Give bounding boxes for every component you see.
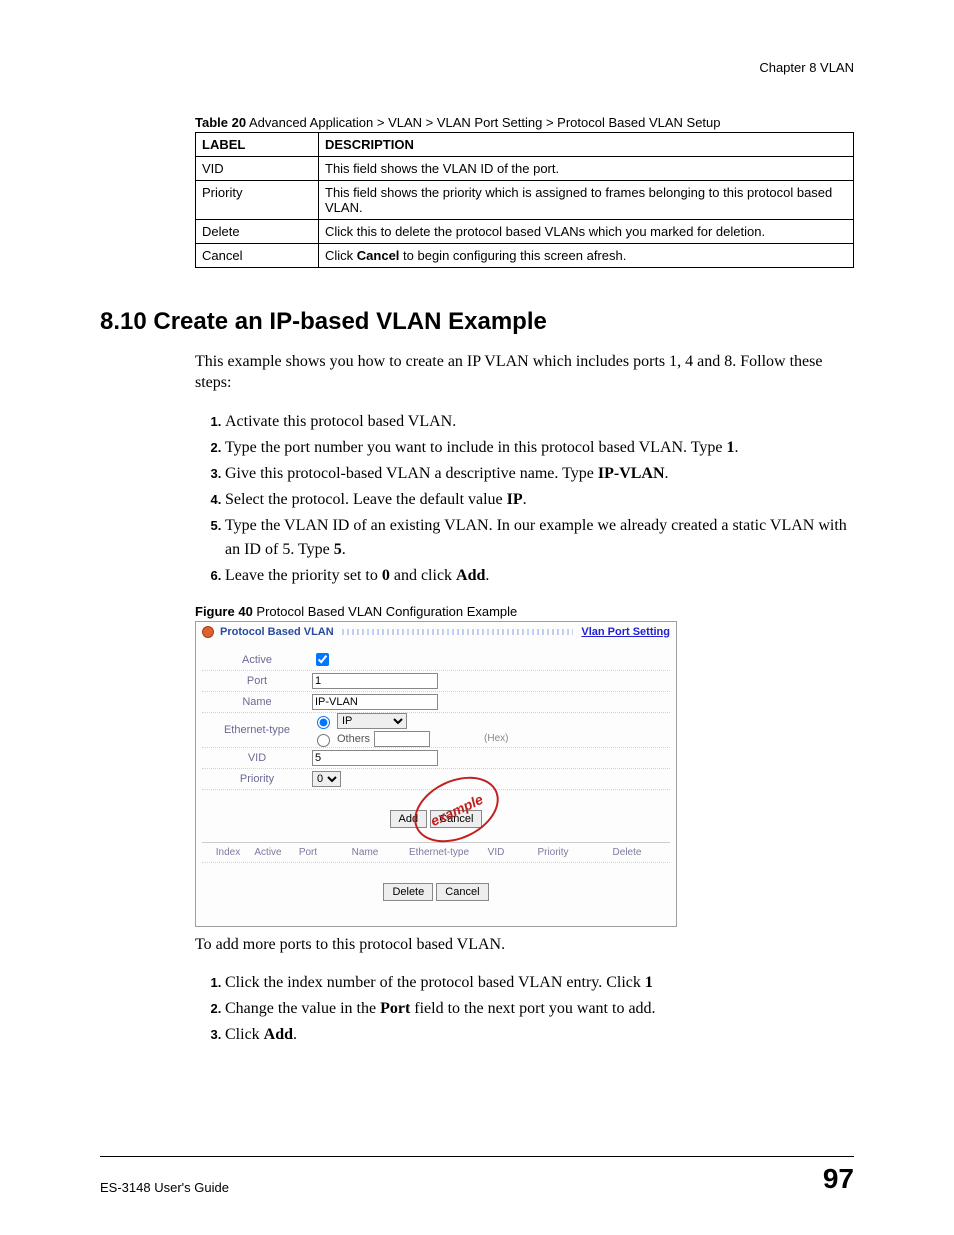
list-item: Leave the priority set to 0 and click Ad…	[225, 564, 854, 588]
section-heading: 8.10 Create an IP-based VLAN Example	[100, 308, 854, 336]
label-port: Port	[202, 675, 312, 687]
table20-caption-text: Advanced Application > VLAN > VLAN Port …	[246, 115, 720, 130]
label-active: Active	[202, 654, 312, 666]
cancel-button[interactable]: Cancel	[430, 810, 482, 828]
cell-desc: Click Cancel to begin configuring this s…	[319, 244, 854, 268]
col-active: Active	[248, 847, 288, 858]
others-input[interactable]	[374, 731, 430, 747]
table-row: Delete Click this to delete the protocol…	[196, 220, 854, 244]
table20-head-desc: DESCRIPTION	[319, 133, 854, 157]
intro-paragraph: This example shows you how to create an …	[195, 352, 854, 394]
table20-caption: Table 20 Advanced Application > VLAN > V…	[195, 115, 854, 130]
gui-titlebar: Protocol Based VLAN Vlan Port Setting	[196, 622, 676, 642]
name-input[interactable]	[312, 694, 438, 710]
window-dot-icon	[202, 626, 214, 638]
etype-others-radio[interactable]	[317, 734, 330, 747]
cancel-button-2[interactable]: Cancel	[436, 883, 488, 901]
page-footer: ES-3148 User's Guide 97	[100, 1156, 854, 1195]
table20-caption-num: Table 20	[195, 115, 246, 130]
cell-desc: This field shows the VLAN ID of the port…	[319, 157, 854, 181]
gui-window: Protocol Based VLAN Vlan Port Setting Ac…	[195, 621, 677, 927]
port-input[interactable]	[312, 673, 438, 689]
priority-select[interactable]: 0	[312, 771, 341, 787]
table-row: Cancel Click Cancel to begin configuring…	[196, 244, 854, 268]
col-port: Port	[288, 847, 328, 858]
list-item: Select the protocol. Leave the default v…	[225, 488, 854, 512]
cell-desc: This field shows the priority which is a…	[319, 181, 854, 220]
list-item: Type the VLAN ID of an existing VLAN. In…	[225, 514, 854, 562]
etype-select[interactable]: IP	[337, 713, 407, 729]
col-index: Index	[208, 847, 248, 858]
active-checkbox[interactable]	[316, 653, 329, 666]
table20-head-label: LABEL	[196, 133, 319, 157]
table20: LABEL DESCRIPTION VID This field shows t…	[195, 132, 854, 268]
table-row: Priority This field shows the priority w…	[196, 181, 854, 220]
list-item: Give this protocol-based VLAN a descript…	[225, 462, 854, 486]
col-vid: VID	[476, 847, 516, 858]
titlebar-spacer	[342, 629, 574, 635]
etype-ip-radio[interactable]	[317, 716, 330, 729]
list-item: Change the value in the Port field to th…	[225, 997, 854, 1021]
cell-desc: Click this to delete the protocol based …	[319, 220, 854, 244]
after-figure-text: To add more ports to this protocol based…	[195, 935, 854, 956]
col-priority: Priority	[516, 847, 590, 858]
hex-label: (Hex)	[484, 733, 508, 744]
delete-button[interactable]: Delete	[383, 883, 433, 901]
footer-guide: ES-3148 User's Guide	[100, 1180, 229, 1195]
figure40-caption-text: Protocol Based VLAN Configuration Exampl…	[253, 604, 517, 619]
cell-label: Delete	[196, 220, 319, 244]
vid-input[interactable]	[312, 750, 438, 766]
gui-separator	[202, 832, 670, 843]
label-ethernet-type: Ethernet-type	[202, 724, 312, 736]
gui-button-row: example Add Cancel	[202, 810, 670, 828]
figure40-caption-num: Figure 40	[195, 604, 253, 619]
gui-form: Active Port Name Ethernet-type IP	[196, 642, 676, 832]
list-item: Type the port number you want to include…	[225, 436, 854, 460]
chapter-header: Chapter 8 VLAN	[100, 60, 854, 75]
label-vid: VID	[202, 752, 312, 764]
add-button[interactable]: Add	[390, 810, 428, 828]
cell-label: Priority	[196, 181, 319, 220]
list-item: Activate this protocol based VLAN.	[225, 410, 854, 434]
label-priority: Priority	[202, 773, 312, 785]
gui-list-header: Index Active Port Name Ethernet-type VID…	[202, 843, 670, 863]
steps-list-1: Activate this protocol based VLAN. Type …	[195, 410, 854, 588]
label-name: Name	[202, 696, 312, 708]
gui-title: Protocol Based VLAN	[220, 626, 334, 638]
table-row: VID This field shows the VLAN ID of the …	[196, 157, 854, 181]
cell-label: Cancel	[196, 244, 319, 268]
steps-list-2: Click the index number of the protocol b…	[195, 971, 854, 1047]
cell-label: VID	[196, 157, 319, 181]
col-name: Name	[328, 847, 402, 858]
col-etype: Ethernet-type	[402, 847, 476, 858]
list-item: Click Add.	[225, 1023, 854, 1047]
others-label: Others	[337, 733, 370, 745]
col-delete: Delete	[590, 847, 664, 858]
vlan-port-setting-link[interactable]: Vlan Port Setting	[581, 626, 670, 638]
page-number: 97	[823, 1163, 854, 1195]
gui-button-row-2: Delete Cancel	[196, 883, 676, 901]
list-item: Click the index number of the protocol b…	[225, 971, 854, 995]
figure40-caption: Figure 40 Protocol Based VLAN Configurat…	[195, 604, 854, 619]
